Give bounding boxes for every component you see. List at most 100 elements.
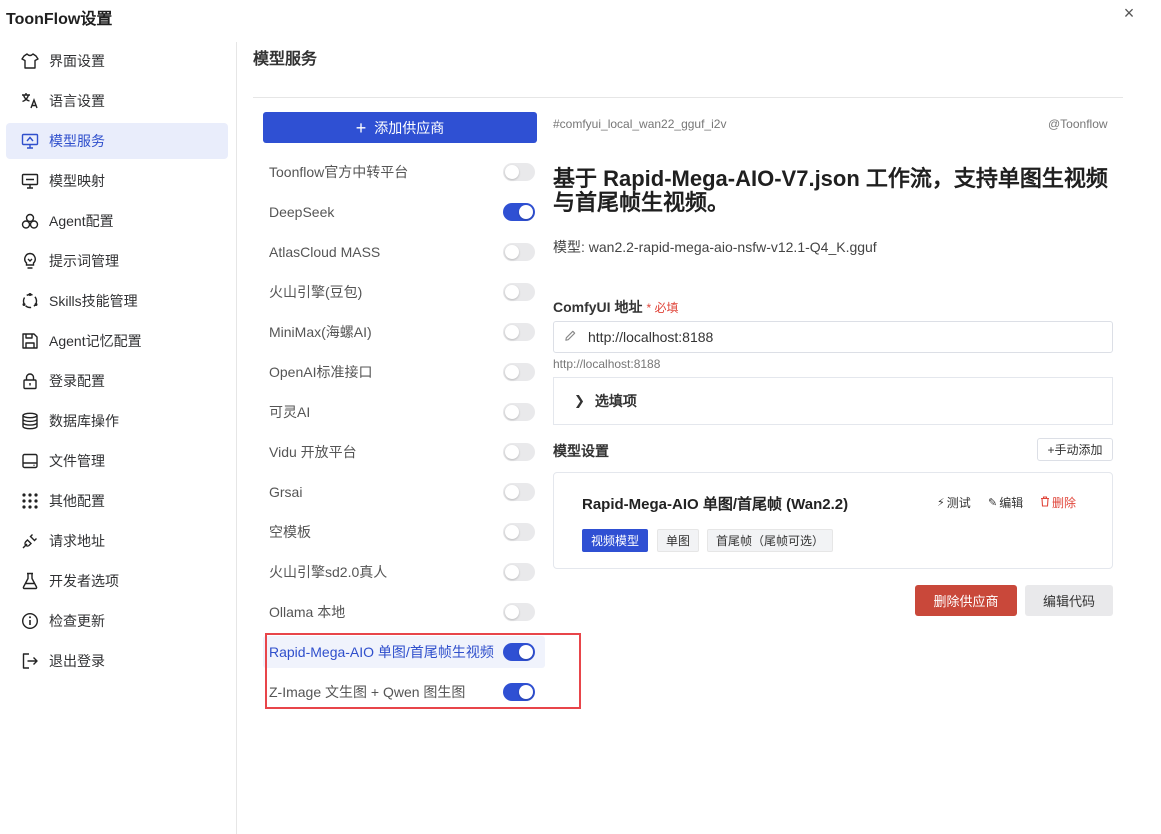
sidebar-item-skills[interactable]: Skills技能管理 xyxy=(6,283,228,319)
sidebar-item-label: 登录配置 xyxy=(49,373,105,389)
pencil-icon: ✎ xyxy=(988,497,998,509)
provider-item[interactable]: DeepSeek xyxy=(263,196,545,228)
delete-button[interactable]: 删除 xyxy=(1040,494,1076,511)
optional-settings-collapse[interactable]: ❯ 选填项 xyxy=(553,377,1113,425)
sidebar-item-language[interactable]: 语言设置 xyxy=(6,83,228,119)
model-card-title: Rapid-Mega-AIO 单图/首尾帧 (Wan2.2) xyxy=(582,496,849,513)
manual-add-button[interactable]: +手动添加 xyxy=(1037,438,1113,461)
provider-toggle[interactable] xyxy=(503,683,535,701)
provider-item-selected[interactable]: Rapid-Mega-AIO 单图/首尾帧生视频 xyxy=(263,636,545,668)
provider-toggle[interactable] xyxy=(503,283,535,301)
required-mark: * 必填 xyxy=(646,301,679,315)
edit-button[interactable]: ✎ 编辑 xyxy=(988,494,1023,511)
sidebar-item-label: Agent配置 xyxy=(49,213,114,229)
provider-name: Ollama 本地 xyxy=(269,604,346,620)
test-label: 测试 xyxy=(946,496,971,510)
toggle-knob xyxy=(505,485,519,499)
provider-toggle[interactable] xyxy=(503,323,535,341)
provider-tag: #comfyui_local_wan22_gguf_i2v xyxy=(553,117,727,131)
sidebar-item-ui-settings[interactable]: 界面设置 xyxy=(6,43,228,79)
provider-toggle[interactable] xyxy=(503,163,535,181)
sidebar-item-model-service[interactable]: 模型服务 xyxy=(6,123,228,159)
optional-settings-label: 选填项 xyxy=(594,393,637,409)
sidebar-item-check-update[interactable]: 检查更新 xyxy=(6,603,228,639)
sidebar-item-developer[interactable]: 开发者选项 xyxy=(6,563,228,599)
provider-name: Rapid-Mega-AIO 单图/首尾帧生视频 xyxy=(269,644,494,660)
provider-toggle[interactable] xyxy=(503,203,535,221)
page-title: 模型服务 xyxy=(253,51,318,68)
sidebar-item-label: 模型映射 xyxy=(49,173,105,189)
provider-item[interactable]: Vidu 开放平台 xyxy=(263,436,545,468)
toggle-knob xyxy=(505,565,519,579)
lock-icon xyxy=(20,371,40,391)
comfyui-address-input[interactable] xyxy=(586,328,1090,346)
provider-item[interactable]: 可灵AI xyxy=(263,396,545,428)
provider-item[interactable]: 空模板 xyxy=(263,516,545,548)
provider-item[interactable]: Grsai xyxy=(263,476,545,508)
provider-toggle[interactable] xyxy=(503,523,535,541)
add-provider-button[interactable]: + 添加供应商 xyxy=(263,112,537,143)
provider-item[interactable]: Z-Image 文生图 + Qwen 图生图 xyxy=(263,676,545,708)
provider-name: MiniMax(海螺AI) xyxy=(269,324,372,340)
sidebar-item-label: 退出登录 xyxy=(49,653,105,669)
grid-dots-icon xyxy=(20,491,40,511)
provider-name: Toonflow官方中转平台 xyxy=(269,164,409,180)
save-icon xyxy=(20,331,40,351)
provider-item[interactable]: Ollama 本地 xyxy=(263,596,545,628)
model-info: 模型: wan2.2-rapid-mega-aio-nsfw-v12.1-Q4_… xyxy=(553,239,877,255)
sidebar-divider xyxy=(236,42,237,834)
provider-name: AtlasCloud MASS xyxy=(269,244,381,260)
header-divider xyxy=(253,97,1123,98)
provider-toggle[interactable] xyxy=(503,563,535,581)
provider-name: 火山引擎(豆包) xyxy=(269,284,363,300)
provider-item[interactable]: AtlasCloud MASS xyxy=(263,236,545,268)
model-card: Rapid-Mega-AIO 单图/首尾帧 (Wan2.2) ⚡ 测试 ✎ 编辑 删… xyxy=(553,472,1113,569)
provider-item[interactable]: OpenAI标准接口 xyxy=(263,356,545,388)
sidebar-item-agent-config[interactable]: Agent配置 xyxy=(6,203,228,239)
agent-icon xyxy=(20,211,40,231)
provider-toggle[interactable] xyxy=(503,243,535,261)
provider-toggle[interactable] xyxy=(503,603,535,621)
sidebar-item-login-config[interactable]: 登录配置 xyxy=(6,363,228,399)
comfyui-address-field[interactable] xyxy=(553,321,1113,353)
sidebar-item-logout[interactable]: 退出登录 xyxy=(6,643,228,679)
plug-icon xyxy=(20,531,40,551)
toggle-knob xyxy=(505,245,519,259)
comfyui-address-hint: http://localhost:8188 xyxy=(553,357,661,371)
provider-toggle[interactable] xyxy=(503,483,535,501)
edit-code-button[interactable]: 编辑代码 xyxy=(1025,585,1113,616)
close-icon[interactable]: × xyxy=(1120,4,1138,22)
chip-first-last-frame: 首尾帧（尾帧可选） xyxy=(707,529,834,552)
sidebar-item-model-mapping[interactable]: 模型映射 xyxy=(6,163,228,199)
sidebar-item-file-manage[interactable]: 文件管理 xyxy=(6,443,228,479)
provider-item[interactable]: 火山引擎sd2.0真人 xyxy=(263,556,545,588)
logout-icon xyxy=(20,651,40,671)
comfyui-address-label: ComfyUI 地址 * 必填 xyxy=(553,297,678,317)
sidebar-item-label: 请求地址 xyxy=(49,533,105,549)
trash-icon xyxy=(1040,495,1050,510)
provider-name: Vidu 开放平台 xyxy=(269,444,357,460)
sidebar-item-request-url[interactable]: 请求地址 xyxy=(6,523,228,559)
toggle-knob xyxy=(505,365,519,379)
sidebar-item-other-config[interactable]: 其他配置 xyxy=(6,483,228,519)
sidebar-item-prompt-manage[interactable]: 提示词管理 xyxy=(6,243,228,279)
provider-item[interactable]: MiniMax(海螺AI) xyxy=(263,316,545,348)
provider-toggle[interactable] xyxy=(503,363,535,381)
bulb-icon xyxy=(20,251,40,271)
provider-toggle[interactable] xyxy=(503,443,535,461)
provider-toggle[interactable] xyxy=(503,403,535,421)
plus-icon: + xyxy=(355,117,367,138)
monitor-model-icon xyxy=(20,131,40,151)
toggle-knob xyxy=(505,445,519,459)
sidebar-item-agent-memory[interactable]: Agent记忆配置 xyxy=(6,323,228,359)
sidebar-item-database[interactable]: 数据库操作 xyxy=(6,403,228,439)
pencil-icon xyxy=(564,329,578,345)
provider-item[interactable]: 火山引擎(豆包) xyxy=(263,276,545,308)
translate-icon xyxy=(20,91,40,111)
delete-provider-button[interactable]: 删除供应商 xyxy=(915,585,1017,616)
provider-item[interactable]: Toonflow官方中转平台 xyxy=(263,156,545,188)
monitor-map-icon xyxy=(20,171,40,191)
test-button[interactable]: ⚡ 测试 xyxy=(937,494,971,511)
chevron-right-icon: ❯ xyxy=(574,393,585,408)
provider-toggle[interactable] xyxy=(503,643,535,661)
